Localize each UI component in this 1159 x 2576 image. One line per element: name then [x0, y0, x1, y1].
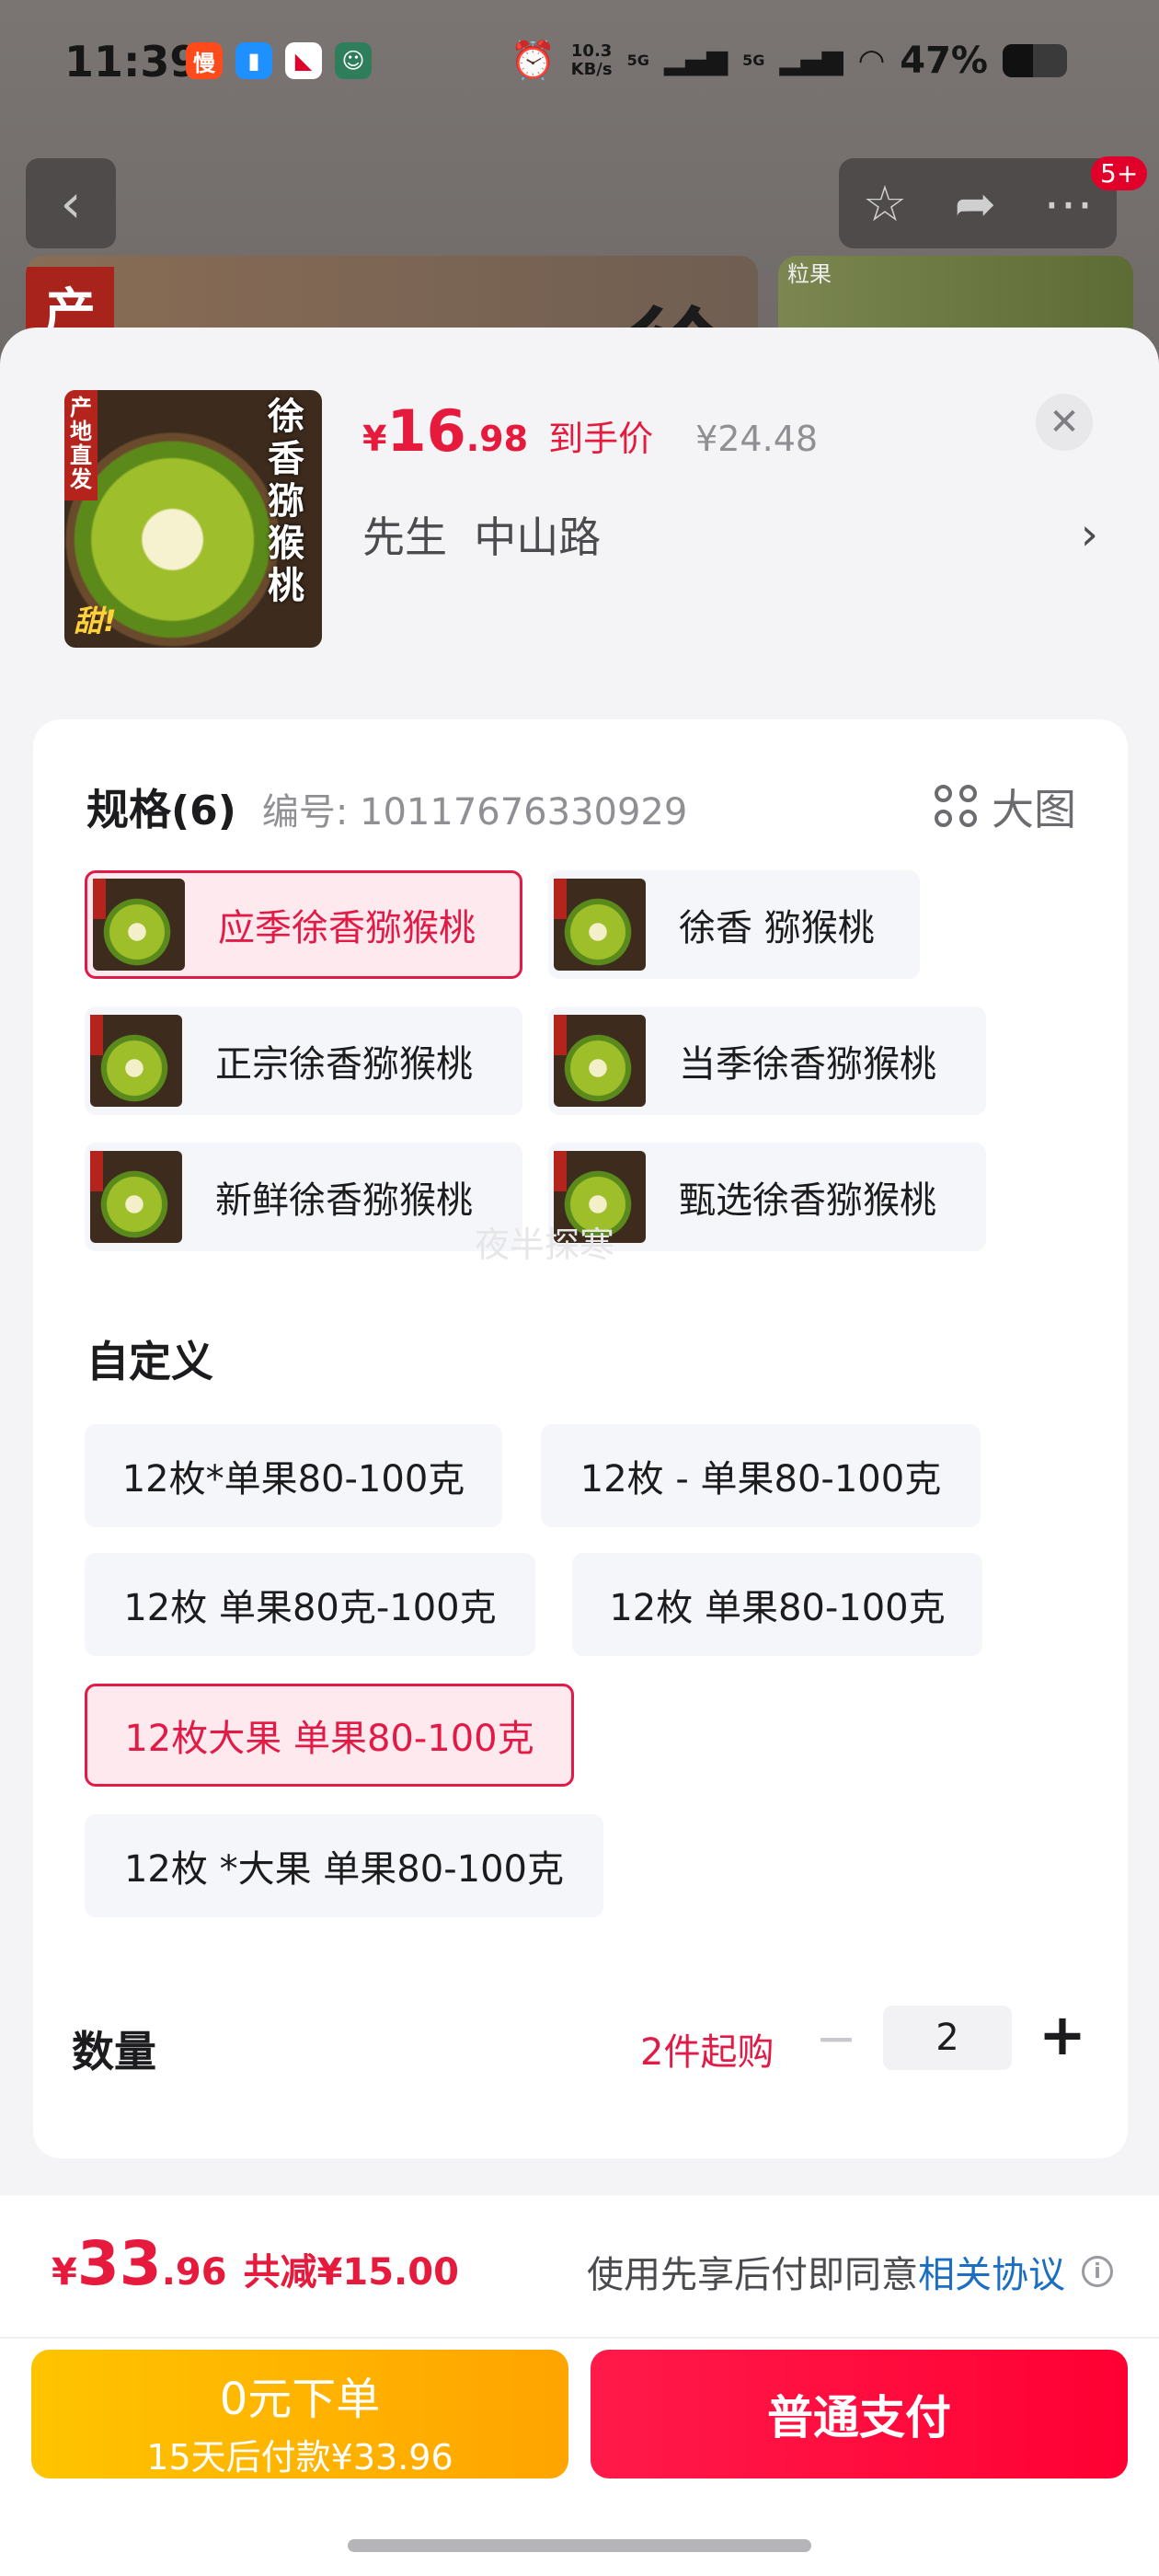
pay-later-button[interactable]: 0元下单 15天后付款¥33.96 — [31, 2350, 568, 2478]
quantity-label: 数量 — [72, 2027, 156, 2076]
status-right: ⏰ 10.3 KB/s 5G ▂▄▆ 5G ▂▄▆ ◠ 47% — [511, 39, 1067, 82]
agreement-link[interactable]: 相关协议 — [918, 2245, 1065, 2298]
chevron-right-icon: › — [1080, 509, 1098, 560]
footer-divider — [0, 2337, 1159, 2339]
status-app-icons: 慢 ▮ ◣ ☺ — [186, 42, 372, 79]
options-card: 规格 (6) 编号: 10117676330929 大图 应季徐香猕猴桃 徐香 … — [33, 719, 1128, 2158]
checkout-footer: ¥ 33 .96 共减¥15.00 使用先享后付即同意 相关协议 i 0元下单 … — [0, 2195, 1159, 2576]
price-currency: ¥ — [362, 419, 387, 459]
address-text: 先生 中山路 — [362, 512, 602, 562]
normal-pay-button[interactable]: 普通支付 — [591, 2350, 1128, 2478]
custom-option[interactable]: 12枚*单果80-100克 — [85, 1424, 502, 1527]
spec-option[interactable]: 徐香 猕猴桃 — [548, 870, 920, 979]
watermark: 夜半探寒 — [475, 1225, 615, 1265]
pay-later-subtitle: 15天后付款¥33.96 — [146, 2437, 453, 2478]
spec-option[interactable]: 正宗徐香猕猴桃 — [85, 1006, 522, 1115]
custom-option[interactable]: 12枚大果 单果80-100克 — [85, 1684, 574, 1787]
plus-icon[interactable]: + — [1032, 2001, 1093, 2068]
more-icon[interactable]: ⋯ — [1043, 175, 1093, 233]
price-integer: 16 — [386, 397, 466, 465]
signal-bars-icon: ▂▄▆ — [779, 44, 843, 76]
price-decimal: .98 — [465, 419, 529, 459]
info-icon[interactable]: i — [1082, 2256, 1113, 2287]
share-icon[interactable]: ➦ — [955, 175, 996, 233]
custom-option[interactable]: 12枚 *大果 单果80-100克 — [85, 1814, 603, 1917]
custom-option[interactable]: 12枚 单果80-100克 — [572, 1553, 982, 1656]
quantity-value[interactable]: 2 — [883, 2006, 1012, 2070]
price-row: ¥ 16 .98 到手价 ¥24.48 — [362, 397, 818, 465]
close-icon[interactable]: ✕ — [1036, 394, 1093, 451]
battery-icon — [1003, 43, 1067, 77]
total-decimal: .96 — [161, 2251, 227, 2294]
network-speed: 10.3 KB/s — [570, 40, 613, 79]
back-button[interactable]: ‹ — [26, 158, 116, 248]
spec-option[interactable]: 当季徐香猕猴桃 — [548, 1006, 986, 1115]
alarm-icon: ⏰ — [510, 40, 557, 82]
star-icon[interactable]: ☆ — [863, 175, 907, 233]
wifi-icon: ◠ — [857, 41, 886, 79]
thumb-title: 徐香猕猴桃 — [268, 396, 304, 607]
custom-option[interactable]: 12枚 - 单果80-100克 — [541, 1424, 981, 1527]
spec-count: (6) — [171, 788, 236, 834]
signal-5g-1: 5G — [626, 52, 649, 69]
spec-option-thumb — [90, 1151, 182, 1243]
custom-option[interactable]: 12枚 单果80克-100克 — [85, 1553, 535, 1656]
more-badge: 5+ — [1091, 156, 1148, 190]
total-currency: ¥ — [52, 2251, 77, 2294]
product-thumbnail[interactable]: 产地直发 徐香猕猴桃 甜! — [64, 390, 322, 648]
agreement-text: 使用先享后付即同意 — [587, 2254, 918, 2296]
spec-option-thumb — [90, 1015, 182, 1107]
agreement-row: 使用先享后付即同意 相关协议 i — [587, 2245, 1113, 2298]
spec-code: 编号: 10117676330929 — [261, 791, 688, 834]
app-icon-phone: ▮ — [235, 42, 272, 79]
battery-percent: 47% — [900, 39, 988, 82]
spec-option-thumb — [93, 879, 185, 971]
min-purchase-note: 2件起购 — [640, 2031, 775, 2074]
signal-5g-2: 5G — [742, 52, 765, 69]
home-indicator[interactable] — [348, 2539, 811, 2552]
app-icon-avatar: ☺ — [335, 42, 372, 79]
custom-title: 自定义 — [86, 1337, 213, 1386]
thumb-sweet: 甜! — [74, 604, 117, 638]
thumb-corner-label: 产地直发 — [64, 390, 98, 500]
spec-option-thumb — [554, 879, 646, 971]
spec-option[interactable]: 应季徐香猕猴桃 — [85, 870, 522, 979]
original-price: ¥24.48 — [695, 419, 819, 459]
top-actions: ☆ ➦ ⋯ — [839, 158, 1117, 248]
price-label: 到手价 — [548, 419, 654, 459]
spec-header: 规格 (6) 编号: 10117676330929 — [86, 776, 687, 837]
total-saving: 共减¥15.00 — [243, 2251, 459, 2294]
status-time: 11:39 — [64, 37, 200, 86]
spec-option-thumb — [554, 1015, 646, 1107]
status-bar: 11:39 慢 ▮ ◣ ☺ ⏰ 10.3 KB/s 5G ▂▄▆ 5G ▂▄▆ ◠… — [0, 0, 1159, 129]
grid-icon — [935, 785, 979, 829]
address-row[interactable]: 先生 中山路 › — [362, 502, 1098, 567]
spec-option[interactable]: 新鲜徐香猕猴桃 — [85, 1143, 522, 1251]
pay-later-title: 0元下单 — [219, 2374, 381, 2425]
signal-bars-icon: ▂▄▆ — [663, 44, 729, 76]
big-view-button[interactable]: 大图 — [935, 776, 1076, 837]
app-icon-red-arrow: ◣ — [285, 42, 322, 79]
app-icon-man: 慢 — [186, 42, 223, 79]
total-integer: 33 — [76, 2228, 162, 2299]
spec-title: 规格 — [86, 785, 171, 834]
big-view-label: 大图 — [992, 785, 1076, 834]
total-row: ¥ 33 .96 共减¥15.00 — [52, 2228, 459, 2299]
minus-icon[interactable]: − — [809, 2009, 863, 2067]
